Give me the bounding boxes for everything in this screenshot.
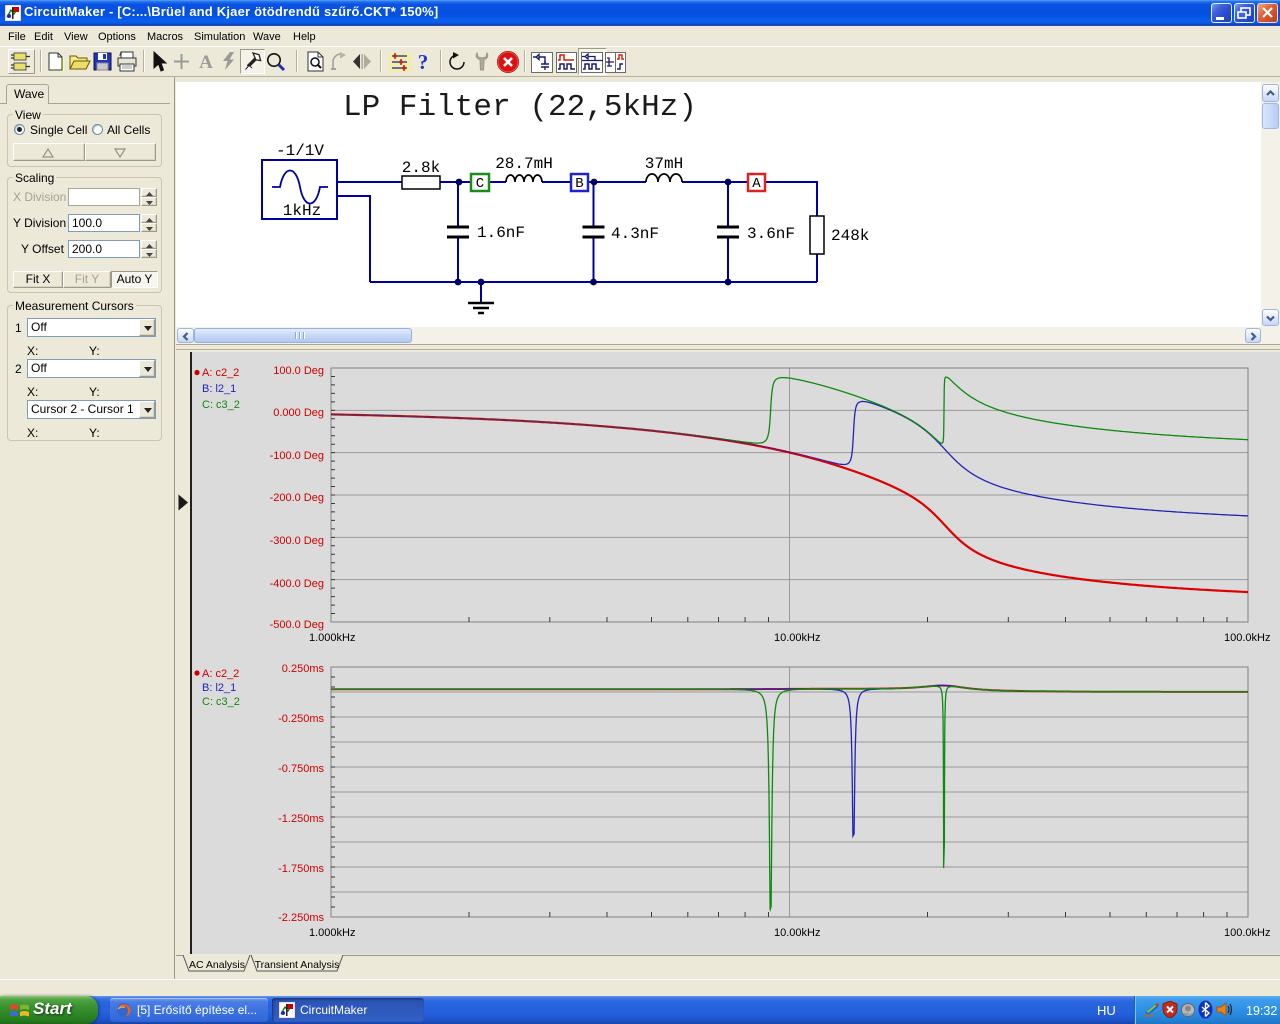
svg-text:-1.250ms: -1.250ms — [278, 813, 324, 825]
svg-text:B: B — [575, 176, 583, 192]
svg-text:C: c3_2: C: c3_2 — [202, 696, 240, 708]
svg-text:10.00kHz: 10.00kHz — [774, 927, 820, 939]
svg-text:-100.0 Deg: -100.0 Deg — [270, 450, 324, 462]
svg-text:100.0kHz: 100.0kHz — [1224, 632, 1270, 644]
svg-text:-0.250ms: -0.250ms — [278, 713, 324, 725]
svg-text:AC Analysis: AC Analysis — [189, 959, 245, 971]
svg-text:-500.0 Deg: -500.0 Deg — [270, 619, 324, 631]
svg-text:100.0 Deg: 100.0 Deg — [273, 365, 324, 377]
svg-text:A: c2_2: A: c2_2 — [202, 668, 239, 680]
svg-text:1.6nF: 1.6nF — [477, 224, 525, 242]
svg-text:28.7mH: 28.7mH — [495, 155, 553, 173]
svg-text:-0.750ms: -0.750ms — [278, 763, 324, 775]
svg-text:B: l2_1: B: l2_1 — [202, 383, 236, 395]
svg-text:A: c2_2: A: c2_2 — [202, 367, 239, 379]
svg-text:37mH: 37mH — [645, 155, 683, 173]
svg-text:C: C — [476, 176, 484, 192]
svg-text:3.6nF: 3.6nF — [747, 225, 795, 243]
svg-text:A: A — [199, 52, 213, 72]
svg-text:Transient Analysis: Transient Analysis — [255, 959, 340, 971]
svg-text:-1/1V: -1/1V — [276, 142, 324, 160]
svg-text:1kHz: 1kHz — [283, 202, 321, 220]
svg-text:100.0kHz: 100.0kHz — [1224, 927, 1270, 939]
svg-text:0.000 Deg: 0.000 Deg — [273, 407, 324, 419]
svg-text:248k: 248k — [831, 227, 869, 245]
svg-text:1.000kHz: 1.000kHz — [309, 927, 355, 939]
svg-text:10.00kHz: 10.00kHz — [774, 632, 820, 644]
svg-text:2.8k: 2.8k — [402, 159, 440, 177]
svg-text:C: c3_2: C: c3_2 — [202, 399, 240, 411]
svg-text:A: A — [752, 176, 761, 192]
svg-text:B: l2_1: B: l2_1 — [202, 682, 236, 694]
svg-text:-2.250ms: -2.250ms — [278, 912, 324, 924]
svg-text:-200.0 Deg: -200.0 Deg — [270, 492, 324, 504]
svg-text:4.3nF: 4.3nF — [611, 225, 659, 243]
svg-text:LP Filter (22,5kHz): LP Filter (22,5kHz) — [343, 90, 697, 125]
svg-text:1.000kHz: 1.000kHz — [309, 632, 355, 644]
svg-text:-300.0 Deg: -300.0 Deg — [270, 535, 324, 547]
svg-text:?: ? — [418, 50, 429, 74]
svg-text:-1.750ms: -1.750ms — [278, 863, 324, 875]
svg-text:-400.0 Deg: -400.0 Deg — [270, 578, 324, 590]
svg-text:0.250ms: 0.250ms — [282, 663, 325, 675]
